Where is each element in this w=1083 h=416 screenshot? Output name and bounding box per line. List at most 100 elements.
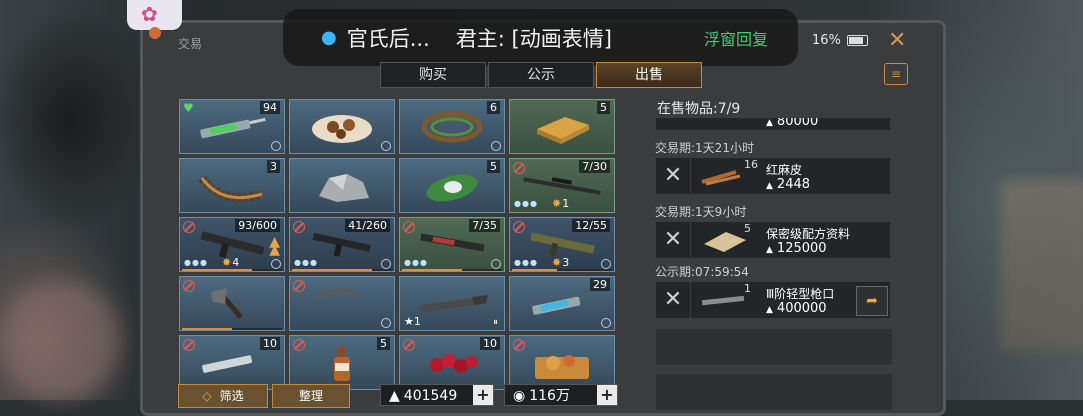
filter-label: 筛选 [219,389,244,403]
notification-sender: 官氏后... [346,26,430,51]
currency-gold: ◉ 116万 + [504,384,618,406]
upgrade-icon: ▲ ▲ [269,234,280,258]
no-trade-icon [293,280,305,292]
currency-coins: ▲ 401549 + [380,384,494,406]
inventory-item[interactable] [289,158,395,213]
chat-icon: ● [321,27,337,48]
no-trade-icon [183,280,195,292]
item-count: 5 [597,101,610,114]
inventory-item[interactable] [509,335,615,390]
inventory-item[interactable]: 7/35 ●●● [399,217,505,272]
pickaxe-icon [315,288,358,300]
listing-price: 80000 [766,118,818,129]
heal-syringe-icon [200,117,266,138]
listing-name: 红麻皮 [766,163,803,177]
blue-syringe-icon [532,296,581,315]
tab-buy[interactable]: 购买 [380,62,486,88]
inventory-item[interactable] [179,276,285,331]
app-icon[interactable]: ✿ [127,0,182,30]
vine-bundle-icon [421,111,483,142]
durability-bar [292,269,392,271]
listing-card: 80000 [655,117,891,131]
inventory-item[interactable]: ★1 ⏸ [399,276,505,331]
tab-public[interactable]: 公示 [488,62,594,88]
inventory-item[interactable]: 3 [179,158,285,213]
inventory-item[interactable]: ♥ 94 [179,99,285,154]
inventory-item[interactable]: 5 [509,99,615,154]
background-light [1000,180,1083,350]
listing-period: 交易期:1天21小时 [655,141,754,155]
bottle-icon [334,346,350,381]
quality-dots: ●●● [294,258,318,267]
no-trade-icon [513,339,525,351]
inventory-item[interactable]: 5 [289,335,395,390]
listing-name: Ⅲ阶轻型枪口 [766,287,835,301]
item-level: 3 [552,256,569,269]
share-icon[interactable]: ➦ [856,286,888,316]
berries-icon [430,353,478,373]
listing-card: ✕ 16 红麻皮 2448 [655,157,891,195]
inventory-item[interactable]: 10 [399,335,505,390]
durability-bar [182,328,282,330]
listing-name: 保密级配方资料 [766,227,851,241]
tab-sell[interactable]: 出售 [596,62,702,88]
durability-bar [512,269,612,271]
leaf-icon [426,174,478,201]
gear-icon [491,259,501,269]
inventory-item[interactable] [289,276,395,331]
pause-icon: ⏸ [493,317,498,328]
item-count: 5 [487,160,500,173]
axe-icon [211,287,243,319]
listing: 公示期:07:59:54 ✕ 1 Ⅲ阶轻型枪口 400000 ➦ [655,263,891,319]
quality-dots: ●●● [514,258,538,267]
record-icon[interactable]: ≡ [884,63,908,85]
shotgun-icon [419,294,488,312]
listing-qty: 1 [744,282,751,295]
background-blur [0,280,120,400]
inventory-item[interactable]: 41/260 ●●● [289,217,395,272]
gear-icon [491,141,501,151]
sort-button[interactable]: 整理 [272,384,350,408]
gear-icon [381,141,391,151]
inventory-item[interactable]: 7/30 ●●● 1 [509,158,615,213]
add-coins-button[interactable]: + [473,385,493,405]
listing-price: 125000 [766,241,827,256]
inventory-item[interactable]: 10 [179,335,285,390]
gold-amount: 116万 [529,388,570,404]
listing: 80000 [655,117,891,131]
gear-icon [601,318,611,328]
close-icon[interactable]: ✕ [888,28,906,53]
float-reply-button[interactable]: 浮窗回复 [704,26,768,50]
inventory-item[interactable]: 12/55 ●●● 3 [509,217,615,272]
inventory-item[interactable]: 29 [509,276,615,331]
quality-dots: ●●● [184,258,208,267]
battery-percent: 16% [812,33,841,48]
listing-card: ✕ 1 Ⅲ阶轻型枪口 400000 ➦ [655,281,891,319]
coin-amount: 401549 [403,388,458,404]
filter-button[interactable]: ◇ 筛选 [178,384,268,408]
inventory-grid: ♥ 94 6 5 3 5 7/30 ●●● 1 93/600 ▲▲ [179,99,615,390]
cancel-listing-button[interactable]: ✕ [656,158,691,194]
listing-period: 交易期:1天9小时 [655,205,747,219]
cancel-listing-button[interactable]: ✕ [656,282,691,318]
listing-period: 公示期:07:59:54 [655,265,749,279]
item-count: 6 [487,101,500,114]
add-gold-button[interactable]: + [597,385,617,405]
gear-icon [271,259,281,269]
gear-icon [381,318,391,328]
coin-icon: ▲ [389,388,400,404]
gold-icon: ◉ [513,388,526,404]
battery-icon [846,35,868,46]
inventory-item[interactable]: 6 [399,99,505,154]
inventory-item[interactable]: 93/600 ▲▲ ●●● 4 [179,217,285,272]
inventory-item[interactable]: 5 [399,158,505,213]
item-level: 4 [222,256,239,269]
empty-slot [655,328,893,366]
stone-ore-icon [319,173,369,202]
food-plate-icon [312,114,372,143]
food-tray-icon [535,354,589,379]
cancel-listing-button[interactable]: ✕ [656,222,691,258]
inventory-item[interactable] [289,99,395,154]
durability-bar [402,269,502,271]
notification-banner[interactable]: ● 官氏后... 君主: [动画表情] 浮窗回复 [283,9,798,66]
